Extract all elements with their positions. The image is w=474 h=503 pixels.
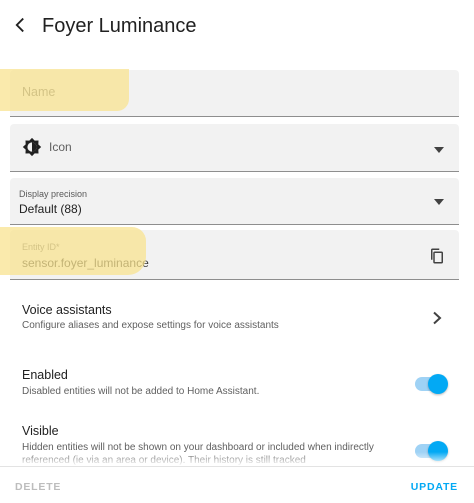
chevron-right-icon[interactable] <box>432 311 442 325</box>
chevron-down-icon[interactable] <box>434 199 444 205</box>
delete-button[interactable]: DELETE <box>15 481 61 493</box>
voice-assistants-subtitle: Configure aliases and expose settings fo… <box>22 320 279 331</box>
brightness-icon <box>22 137 42 157</box>
scroll-fade <box>0 452 474 466</box>
enabled-toggle-knob <box>428 374 448 394</box>
display-precision-value: Default (88) <box>19 202 82 216</box>
voice-assistants-title[interactable]: Voice assistants <box>22 303 112 317</box>
copy-icon[interactable] <box>428 247 446 265</box>
icon-label: Icon <box>49 140 72 154</box>
page-title: Foyer Luminance <box>42 15 197 37</box>
display-precision-label: Display precision <box>19 189 88 199</box>
update-button[interactable]: UPDATE <box>411 481 458 493</box>
entity-id-field[interactable]: Entity ID* sensor.foyer_luminance <box>10 230 459 280</box>
name-placeholder: Name <box>22 85 56 99</box>
entity-id-label: Entity ID* <box>22 242 60 252</box>
enabled-title: Enabled <box>22 368 68 382</box>
icon-picker[interactable]: Icon <box>10 124 459 172</box>
name-field[interactable]: Name <box>10 70 459 117</box>
dialog-footer: DELETE UPDATE <box>0 466 474 503</box>
enabled-toggle[interactable] <box>415 374 448 394</box>
entity-id-value: sensor.foyer_luminance <box>22 256 149 270</box>
visible-title: Visible <box>22 424 59 438</box>
back-arrow-icon[interactable] <box>9 14 31 36</box>
display-precision-select[interactable]: Display precision Default (88) <box>10 178 459 225</box>
enabled-subtitle: Disabled entities will not be added to H… <box>22 386 260 397</box>
chevron-down-icon[interactable] <box>434 147 444 153</box>
dialog-header: Foyer Luminance <box>0 0 474 56</box>
